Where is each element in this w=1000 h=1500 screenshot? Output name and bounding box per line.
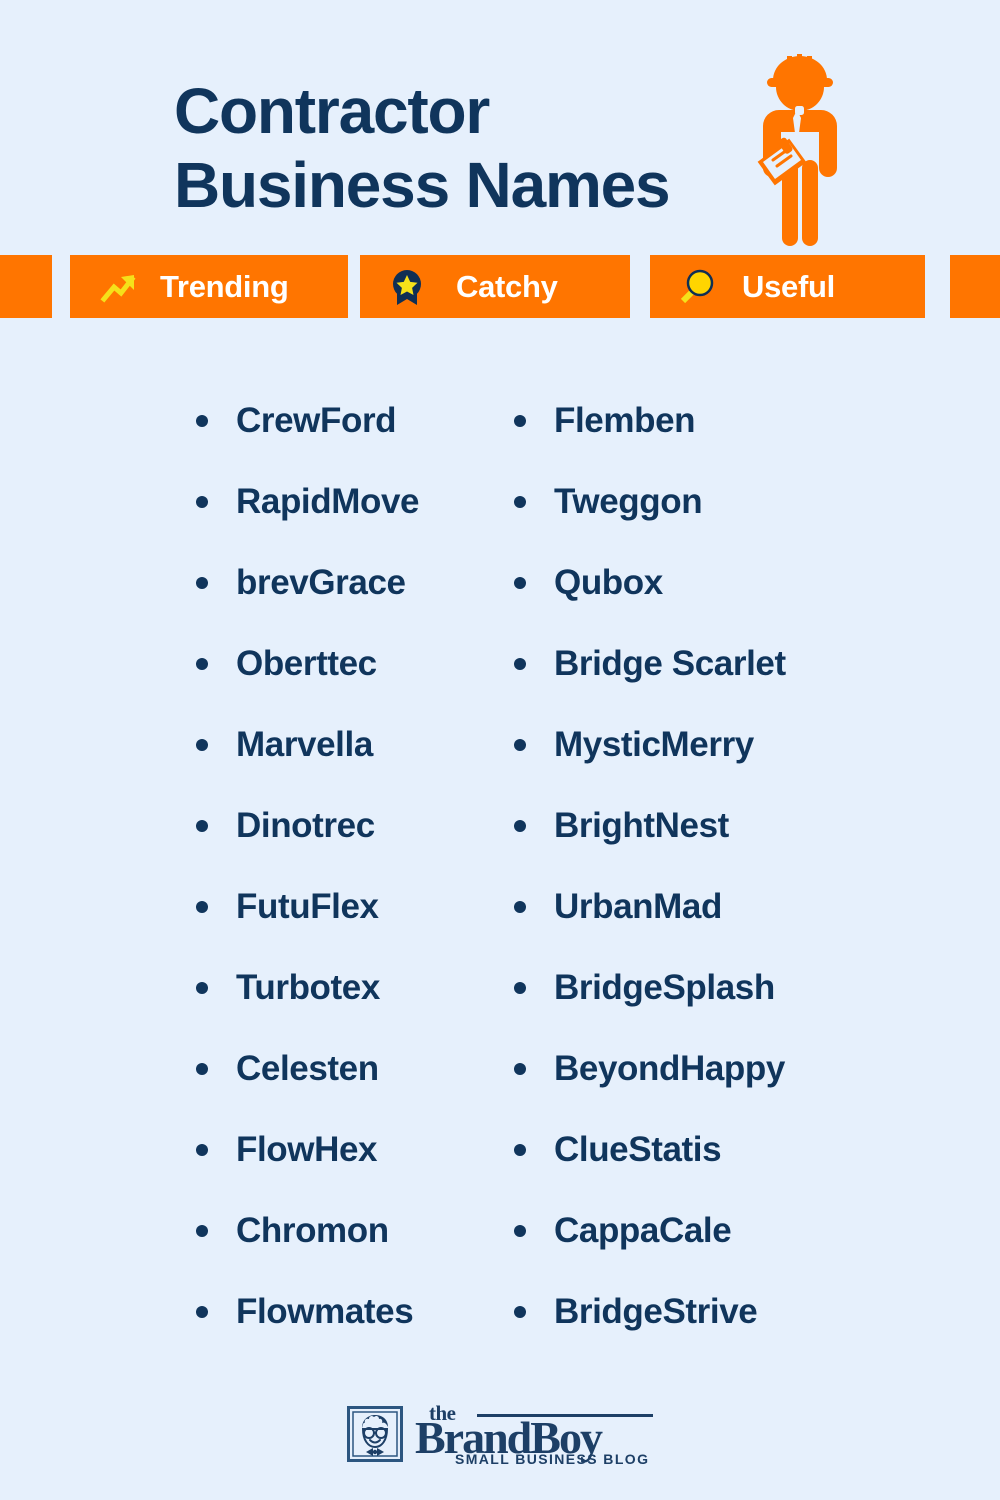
list-item-label: BeyondHappy [554, 1048, 785, 1088]
bullet-icon [196, 414, 208, 427]
list-item-label: Dinotrec [236, 805, 375, 845]
list-item-label: CappaCale [554, 1210, 732, 1250]
badge-catchy[interactable]: Catchy [360, 255, 630, 318]
contractor-figure-icon [757, 54, 837, 246]
bullet-icon [514, 981, 526, 994]
list-item: Bridge Scarlet [514, 623, 934, 704]
badge-bar-left-cap [0, 255, 52, 318]
list-item-label: BrightNest [554, 805, 729, 845]
list-item: UrbanMad [514, 866, 934, 947]
list-item: Flowmates [196, 1271, 496, 1352]
bullet-icon [196, 1224, 208, 1237]
list-item-label: UrbanMad [554, 886, 722, 926]
page-title-line-2: Business Names [174, 149, 671, 221]
list-item-label: Oberttec [236, 643, 377, 683]
list-item: Qubox [514, 542, 934, 623]
brandboy-wordmark: the BrandBoy SMALL BUSINESS BLOG [415, 1401, 653, 1467]
badge-bar-right-cap [950, 255, 1000, 318]
bullet-icon [196, 819, 208, 832]
list-item-label: MysticMerry [554, 724, 754, 764]
list-item: Turbotex [196, 947, 496, 1028]
bullet-icon [514, 1224, 526, 1237]
list-item: BridgeStrive [514, 1271, 934, 1352]
list-item-label: Chromon [236, 1210, 389, 1250]
list-item: Oberttec [196, 623, 496, 704]
business-names-list: CrewFord RapidMove brevGrace Oberttec Marvel… [0, 380, 1000, 1370]
list-item-label: FutuFlex [236, 886, 379, 926]
bullet-icon [514, 414, 526, 427]
names-column-right: Flemben Tweggon Qubox Bridge Scarlet MysticM… [514, 380, 934, 1352]
list-item: BrightNest [514, 785, 934, 866]
bullet-icon [196, 900, 208, 913]
list-item: FlowHex [196, 1109, 496, 1190]
list-item-label: Tweggon [554, 481, 703, 521]
bullet-icon [196, 738, 208, 751]
list-item: ClueStatis [514, 1109, 934, 1190]
trending-up-arrow-icon [100, 274, 136, 303]
bullet-icon [196, 1143, 208, 1156]
list-item: MysticMerry [514, 704, 934, 785]
list-item-label: Bridge Scarlet [554, 643, 786, 683]
bullet-icon [514, 819, 526, 832]
list-item: Chromon [196, 1190, 496, 1271]
list-item-label: ClueStatis [554, 1129, 722, 1169]
logo-tagline-text: SMALL BUSINESS BLOG [455, 1451, 650, 1467]
bullet-icon [196, 495, 208, 508]
list-item: brevGrace [196, 542, 496, 623]
list-item: FutuFlex [196, 866, 496, 947]
bullet-icon [514, 1305, 526, 1318]
badge-bar: Trending Catchy Useful [0, 255, 1000, 318]
list-item: Celesten [196, 1028, 496, 1109]
bullet-icon [196, 576, 208, 589]
badge-useful-label: Useful [742, 268, 835, 304]
bullet-icon [514, 1062, 526, 1075]
bullet-icon [196, 1305, 208, 1318]
list-item-label: Qubox [554, 562, 663, 602]
bullet-icon [196, 657, 208, 670]
bullet-icon [514, 495, 526, 508]
list-item: Dinotrec [196, 785, 496, 866]
badge-catchy-label: Catchy [456, 268, 558, 304]
list-item: BeyondHappy [514, 1028, 934, 1109]
bullet-icon [514, 576, 526, 589]
list-item: BridgeSplash [514, 947, 934, 1028]
list-item-label: CrewFord [236, 400, 397, 440]
bullet-icon [514, 900, 526, 913]
brandboy-face-icon [347, 1406, 403, 1462]
list-item-label: FlowHex [236, 1129, 378, 1169]
list-item-label: RapidMove [236, 481, 420, 521]
list-item: RapidMove [196, 461, 496, 542]
list-item-label: Celesten [236, 1048, 379, 1088]
list-item-label: brevGrace [236, 562, 406, 602]
bullet-icon [514, 738, 526, 751]
list-item: Flemben [514, 380, 934, 461]
badge-trending-label: Trending [160, 268, 289, 304]
bullet-icon [196, 981, 208, 994]
list-item-label: Flemben [554, 400, 696, 440]
footer: the BrandBoy SMALL BUSINESS BLOG [0, 1388, 1000, 1480]
list-item-label: Flowmates [236, 1291, 414, 1331]
list-item: Marvella [196, 704, 496, 785]
list-item-label: BridgeSplash [554, 967, 775, 1007]
bullet-icon [196, 1062, 208, 1075]
page-title-line-1: Contractor [174, 75, 490, 147]
list-item-label: Turbotex [236, 967, 380, 1007]
list-item: CappaCale [514, 1190, 934, 1271]
magnifying-glass-icon [680, 269, 714, 303]
badge-trending[interactable]: Trending [70, 255, 348, 318]
brandboy-logo[interactable]: the BrandBoy SMALL BUSINESS BLOG [347, 1401, 653, 1467]
bullet-icon [514, 657, 526, 670]
award-ribbon-star-icon [393, 269, 421, 305]
bullet-icon [514, 1143, 526, 1156]
list-item-label: BridgeStrive [554, 1291, 758, 1331]
page-title: Contractor Business Names [174, 74, 774, 222]
names-column-left: CrewFord RapidMove brevGrace Oberttec Marvel… [196, 380, 496, 1352]
list-item-label: Marvella [236, 724, 373, 764]
list-item: CrewFord [196, 380, 496, 461]
badge-useful[interactable]: Useful [650, 255, 925, 318]
list-item: Tweggon [514, 461, 934, 542]
header: Contractor Business Names [0, 0, 1000, 255]
